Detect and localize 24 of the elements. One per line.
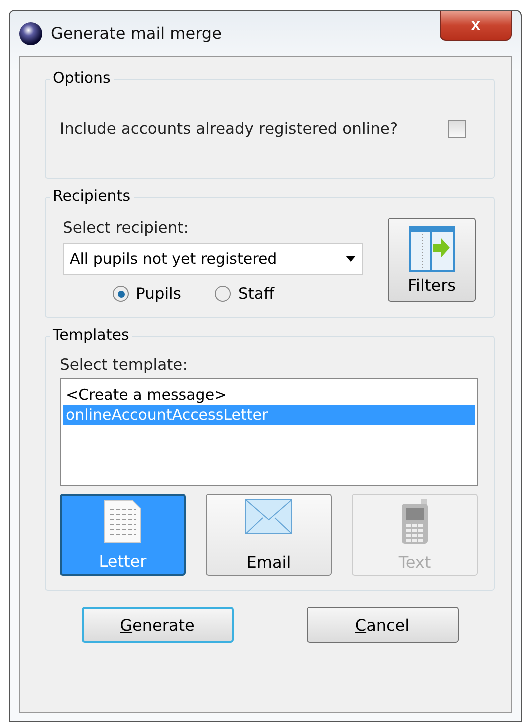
group-title: Templates — [50, 326, 132, 344]
filter-panel-icon — [409, 226, 455, 272]
window-title: Generate mail merge — [51, 24, 223, 43]
dialog-button[interactable]: Generate — [82, 607, 234, 643]
radio-option[interactable]: Pupils — [113, 285, 182, 303]
field-label: Select recipient: — [63, 219, 189, 237]
checkbox-label: Include accounts already registered online? — [60, 120, 398, 138]
radio-option[interactable]: Staff — [215, 285, 275, 303]
filters-button[interactable]: Filters — [388, 218, 476, 302]
template-list[interactable]: <Create a message> onlineAccountAccessLetter — [60, 378, 478, 486]
dropdown-arrow-icon — [346, 256, 356, 262]
envelope-icon — [245, 499, 293, 535]
app-orb-icon — [19, 22, 43, 46]
list-item[interactable]: <Create a message> — [63, 385, 475, 405]
field-label: Select template: — [60, 356, 188, 374]
group-title: Options — [50, 69, 114, 87]
mobile-phone-icon — [401, 499, 429, 545]
group-title: Recipients — [50, 187, 134, 205]
document-icon — [104, 500, 142, 544]
close-button[interactable]: x — [440, 11, 512, 41]
checkbox[interactable] — [448, 120, 466, 138]
template-type-button[interactable]: Email — [206, 494, 332, 576]
dialog-button[interactable]: Cancel — [306, 607, 458, 643]
recipient-dropdown[interactable]: All pupils not yet registered — [63, 243, 363, 275]
